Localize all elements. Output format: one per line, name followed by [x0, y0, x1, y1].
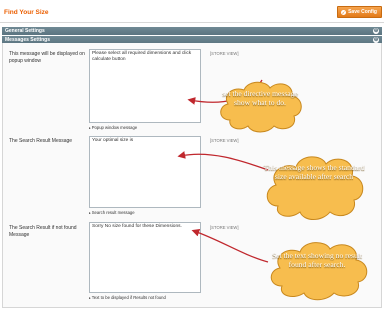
arrow-to-not-found-textarea: [191, 229, 269, 263]
arrow-to-search-result-textarea: [177, 151, 269, 171]
callout-text-popup: set the directive message show what to d…: [222, 89, 298, 107]
cloud-shape: [270, 242, 368, 301]
callout-cloud-search-result: This message shows the standard size ava…: [262, 150, 366, 222]
callout-cloud-not-found: Set the text showing no result found aft…: [266, 238, 368, 301]
callout-text-not-found: Set the text showing no result found aft…: [271, 251, 363, 269]
callout-text-search-result: This message shows the standard size ava…: [263, 163, 365, 181]
callout-cloud-popup: set the directive message show what to d…: [216, 76, 304, 134]
cloud-shape: [266, 156, 364, 220]
